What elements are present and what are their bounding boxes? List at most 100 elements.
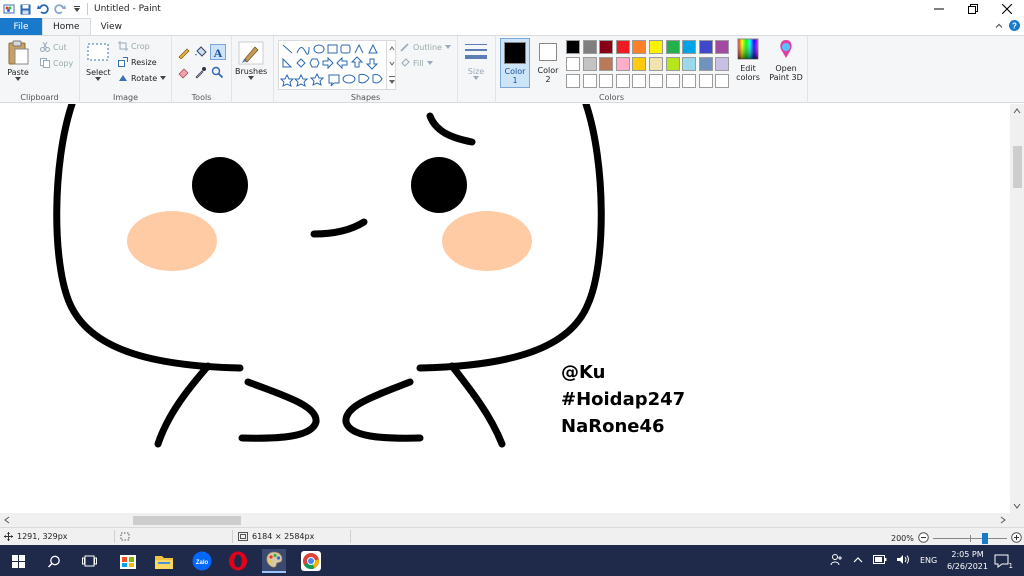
undo-icon[interactable] [36, 3, 49, 16]
palette-swatch[interactable] [566, 40, 580, 54]
palette-swatch[interactable] [698, 57, 713, 71]
magnifier-icon[interactable] [211, 66, 224, 82]
help-icon[interactable]: ? [1009, 20, 1020, 34]
brushes-button[interactable]: Brushes [235, 41, 267, 80]
zoom-out-icon[interactable] [918, 532, 929, 545]
tab-view[interactable]: View [91, 18, 132, 35]
file-explorer-icon[interactable] [152, 549, 176, 573]
drawing-canvas[interactable]: @Ku #Hoidap247 NaRone46 [0, 104, 1010, 513]
crop-button[interactable]: Crop [118, 41, 150, 51]
volume-icon[interactable] [897, 554, 910, 567]
shapes-gallery[interactable] [278, 40, 396, 90]
zoom-in-icon[interactable] [1011, 532, 1022, 545]
palette-swatch[interactable] [665, 74, 680, 88]
left-eye [192, 157, 248, 213]
palette-swatch[interactable] [649, 57, 663, 71]
close-button[interactable] [990, 0, 1024, 18]
palette-swatch[interactable] [599, 74, 614, 88]
paint-app-icon[interactable] [2, 3, 15, 16]
scroll-left-icon[interactable] [2, 513, 12, 527]
palette-swatch[interactable] [715, 57, 730, 71]
customize-qat-icon[interactable] [70, 3, 83, 16]
palette-swatch[interactable] [615, 40, 630, 54]
palette-swatch[interactable] [599, 40, 614, 54]
palette-swatch[interactable] [582, 74, 597, 88]
palette-swatch[interactable] [665, 57, 680, 71]
resize-button[interactable]: Resize [118, 57, 157, 67]
size-button[interactable]: Size [464, 41, 488, 80]
vertical-scroll-thumb[interactable] [1013, 146, 1022, 188]
shapes-scroll[interactable] [386, 40, 396, 90]
horizontal-scrollbar[interactable] [0, 513, 1024, 527]
palette-swatch[interactable] [566, 57, 580, 71]
palette-swatch[interactable] [582, 57, 597, 71]
edit-colors-button[interactable]: Edit colors [734, 38, 762, 88]
edit-colors-label: Edit colors [736, 64, 760, 82]
minimize-button[interactable] [922, 0, 956, 18]
copy-button[interactable]: Copy [40, 58, 73, 68]
palette-swatch[interactable] [615, 74, 630, 88]
redo-icon[interactable] [53, 3, 66, 16]
eraser-icon[interactable] [177, 66, 190, 82]
palette-swatch[interactable] [632, 74, 647, 88]
palette-swatch[interactable] [682, 40, 697, 54]
vertical-scrollbar[interactable] [1010, 104, 1024, 513]
paint-taskbar-icon[interactable] [262, 549, 286, 573]
notifications-icon[interactable]: 1 [990, 549, 1014, 573]
palette-swatch[interactable] [682, 74, 697, 88]
store-app-icon[interactable] [116, 549, 140, 573]
people-icon[interactable] [830, 553, 843, 568]
text-tool-icon[interactable]: A [210, 44, 226, 60]
tab-file[interactable]: File [0, 18, 42, 35]
palette-swatch[interactable] [649, 40, 663, 54]
collapse-ribbon-icon[interactable] [995, 22, 1003, 33]
pencil-icon[interactable] [177, 46, 190, 62]
palette-swatch[interactable] [665, 40, 680, 54]
palette-swatch[interactable] [715, 40, 730, 54]
start-windows-icon[interactable] [6, 549, 30, 573]
color1-button[interactable]: Color 1 [500, 38, 530, 88]
palette-swatch[interactable] [566, 74, 580, 88]
palette-swatch[interactable] [698, 74, 713, 88]
cursor-position: 1291, 329px [4, 532, 68, 541]
scroll-right-icon[interactable] [998, 513, 1008, 527]
scroll-down-icon[interactable] [1010, 501, 1024, 511]
show-hidden-icons-icon[interactable] [853, 556, 863, 566]
palette-swatch[interactable] [599, 57, 614, 71]
canvas-text-line-3: NaRone46 [561, 416, 665, 437]
palette-swatch[interactable] [582, 40, 597, 54]
zalo-app-icon[interactable]: Zalo [190, 549, 214, 573]
select-button[interactable]: Select [86, 42, 111, 81]
taskbar-clock[interactable]: 2:05 PM 6/26/2021 [947, 549, 988, 573]
opera-browser-icon[interactable] [226, 549, 250, 573]
palette-swatch[interactable] [682, 57, 697, 71]
task-view-icon[interactable] [77, 549, 101, 573]
palette-swatch[interactable] [632, 40, 647, 54]
zoom-slider[interactable] [932, 533, 1007, 544]
rotate-button[interactable]: Rotate [118, 73, 167, 83]
palette-swatch[interactable] [632, 57, 647, 71]
input-language[interactable]: ENG [920, 556, 937, 565]
save-icon[interactable] [19, 3, 32, 16]
color2-button[interactable]: Color 2 [534, 38, 562, 88]
paste-button[interactable]: Paste [6, 40, 30, 81]
cut-button[interactable]: Cut [40, 42, 67, 52]
fill-bucket-icon[interactable] [194, 46, 207, 62]
palette-swatch[interactable] [698, 40, 713, 54]
tab-home[interactable]: Home [42, 18, 91, 35]
tools-group-label: Tools [191, 93, 212, 102]
palette-swatch[interactable] [615, 57, 630, 71]
palette-swatch[interactable] [649, 74, 663, 88]
restore-button[interactable] [956, 0, 990, 18]
search-icon[interactable] [42, 549, 66, 573]
horizontal-scroll-thumb[interactable] [133, 516, 241, 525]
outline-button[interactable]: Outline [400, 42, 451, 52]
chrome-browser-icon[interactable] [299, 549, 323, 573]
palette-swatch[interactable] [715, 74, 730, 88]
open-paint3d-button[interactable]: Open Paint 3D [768, 38, 804, 88]
fill-button[interactable]: Fill [400, 58, 433, 68]
zoom-slider-thumb[interactable] [981, 533, 988, 544]
color-picker-icon[interactable] [194, 66, 207, 82]
scroll-up-icon[interactable] [1010, 106, 1024, 116]
battery-icon[interactable] [873, 555, 887, 566]
